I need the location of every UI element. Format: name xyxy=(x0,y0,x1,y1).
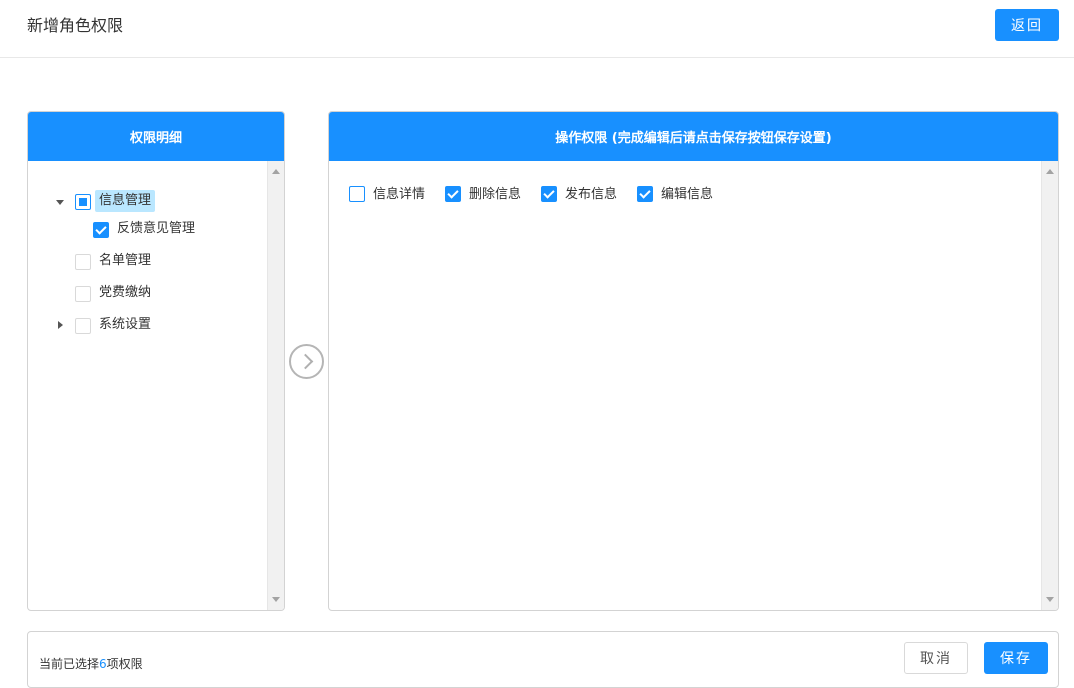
caret-down-icon[interactable] xyxy=(56,200,64,205)
tree-node-party-fee[interactable]: 党费缴纳 xyxy=(99,282,151,304)
tree-checkbox-system-settings[interactable] xyxy=(75,318,91,334)
tree-node-roster-mgmt[interactable]: 名单管理 xyxy=(99,250,151,272)
tree-node-info-mgmt[interactable]: 信息管理 xyxy=(95,190,156,212)
tree-checkbox-roster-mgmt[interactable] xyxy=(75,254,91,270)
scroll-down-arrow-icon[interactable] xyxy=(1046,597,1054,602)
scroll-up-arrow-icon[interactable] xyxy=(1046,169,1054,174)
operation-checkbox[interactable] xyxy=(637,186,653,202)
left-scrollbar[interactable] xyxy=(267,161,284,610)
operation-permission-panel: 操作权限 (完成编辑后请点击保存按钮保存设置) 信息详情 删除信息 发布信息 编… xyxy=(328,111,1059,611)
footer-bar: 当前已选择6项权限 取消 保存 xyxy=(27,631,1059,688)
summary-suffix: 项权限 xyxy=(106,657,143,671)
tree-checkbox-info-mgmt[interactable] xyxy=(75,194,91,210)
tree-checkbox-party-fee[interactable] xyxy=(75,286,91,302)
caret-right-icon[interactable] xyxy=(58,321,63,329)
operation-label: 信息详情 xyxy=(373,187,426,202)
operation-label: 发布信息 xyxy=(565,187,618,202)
transfer-button[interactable] xyxy=(289,344,324,379)
back-button[interactable]: 返回 xyxy=(995,9,1059,41)
operation-checkbox[interactable] xyxy=(349,186,365,202)
cancel-button[interactable]: 取消 xyxy=(904,642,968,674)
save-button[interactable]: 保存 xyxy=(984,642,1048,674)
right-scrollbar[interactable] xyxy=(1041,161,1058,610)
scroll-up-arrow-icon[interactable] xyxy=(272,169,280,174)
page-title: 新增角色权限 xyxy=(27,16,124,35)
operation-checkbox[interactable] xyxy=(541,186,557,202)
selected-count: 6 xyxy=(99,657,107,671)
page-header: 新增角色权限 返回 xyxy=(0,0,1074,58)
permission-detail-header: 权限明细 xyxy=(28,112,284,161)
chevron-right-icon xyxy=(297,353,314,370)
tree-node-feedback-mgmt[interactable]: 反馈意见管理 xyxy=(117,218,195,240)
operation-checkbox[interactable] xyxy=(445,186,461,202)
operation-permission-header: 操作权限 (完成编辑后请点击保存按钮保存设置) xyxy=(329,112,1058,161)
operation-label: 删除信息 xyxy=(469,187,522,202)
permission-detail-panel: 权限明细 信息管理 反馈意见管理 名单管理 党费缴纳 系统设置 xyxy=(27,111,285,611)
summary-prefix: 当前已选择 xyxy=(39,657,100,671)
selection-summary: 当前已选择6项权限 xyxy=(39,655,143,673)
operation-label: 编辑信息 xyxy=(661,187,714,202)
tree-checkbox-feedback-mgmt[interactable] xyxy=(93,222,109,238)
scroll-down-arrow-icon[interactable] xyxy=(272,597,280,602)
tree-node-system-settings[interactable]: 系统设置 xyxy=(99,314,151,336)
